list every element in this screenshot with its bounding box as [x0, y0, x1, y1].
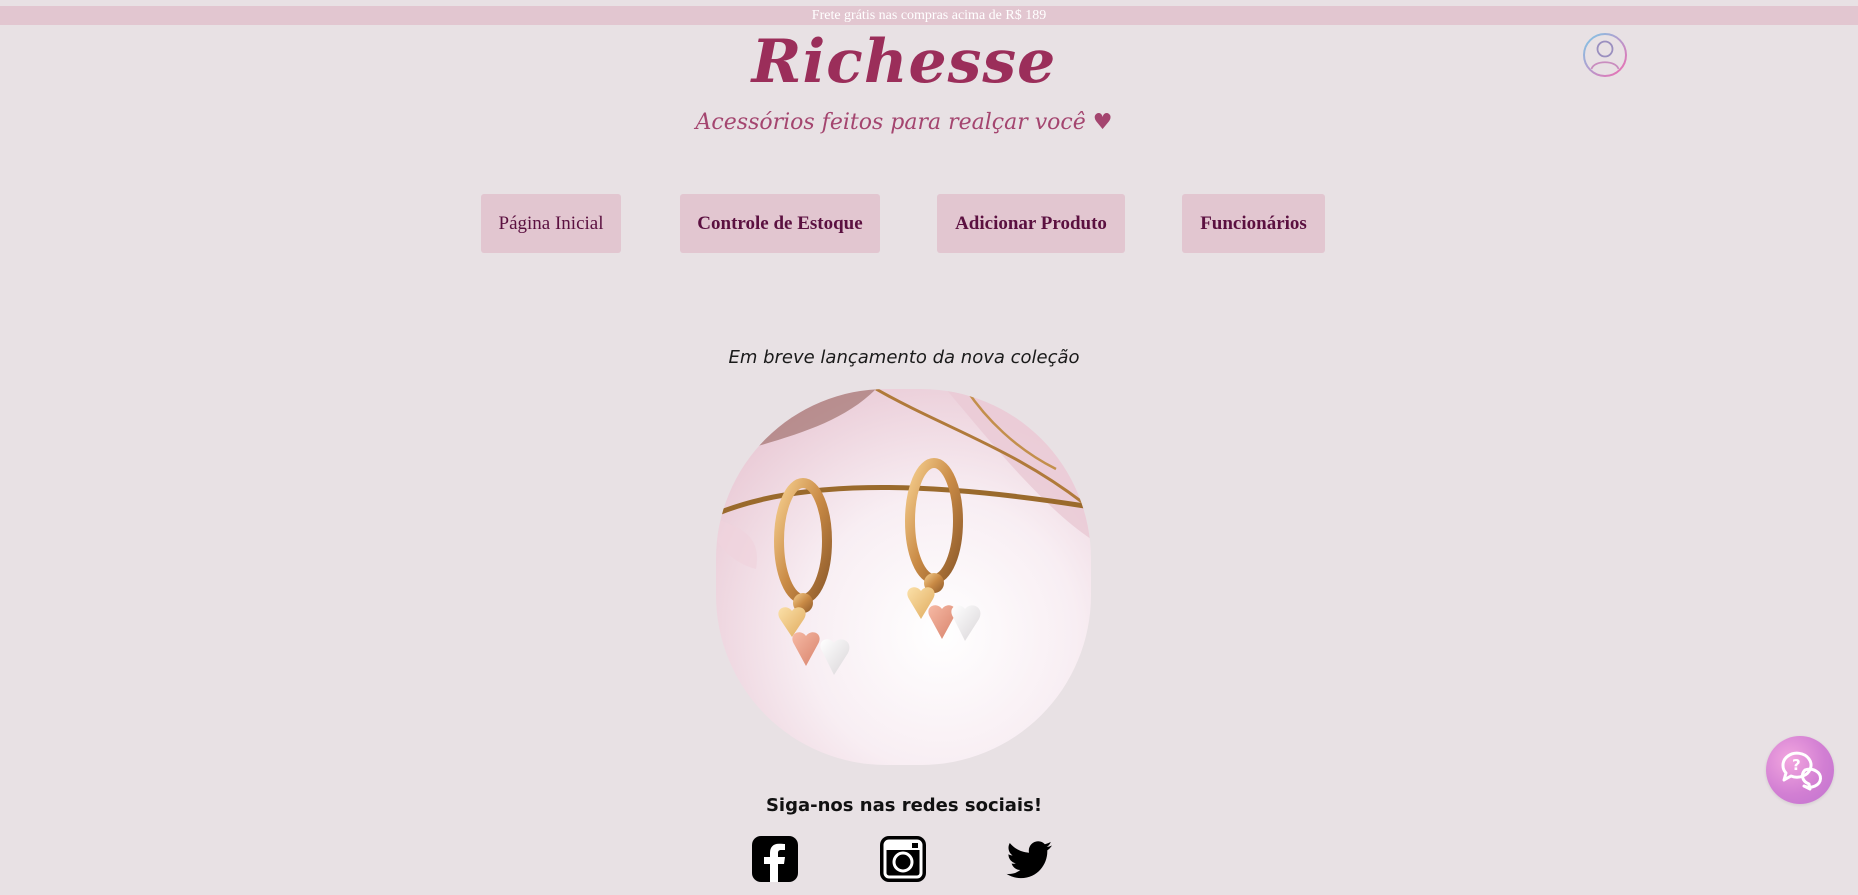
- main-nav: Página Inicial Controle de Estoque Adici…: [0, 194, 1858, 253]
- brand-tagline: Acessórios feitos para realçar você ♥: [695, 110, 1113, 135]
- promo-text: Frete grátis nas compras acima de R$ 189: [811, 8, 1047, 23]
- social-title: Siga-nos nas redes sociais!: [765, 795, 1043, 816]
- nav-adicionar-produto[interactable]: Adicionar Produto: [937, 194, 1125, 253]
- svg-text:?: ?: [1792, 756, 1801, 774]
- page: Frete grátis nas compras acima de R$ 189…: [0, 0, 1858, 895]
- nav-controle-estoque[interactable]: Controle de Estoque: [680, 194, 880, 253]
- facebook-icon[interactable]: [751, 835, 799, 883]
- help-chat-icon: ?: [1781, 751, 1822, 791]
- nav-pagina-inicial[interactable]: Página Inicial: [481, 194, 621, 253]
- help-chat-button[interactable]: ?: [1766, 736, 1834, 804]
- user-account-button[interactable]: [1582, 32, 1628, 78]
- twitter-icon[interactable]: [1006, 835, 1054, 883]
- nav-funcionarios[interactable]: Funcionários: [1182, 194, 1325, 253]
- instagram-icon[interactable]: [879, 835, 927, 883]
- promo-bar: Frete grátis nas compras acima de R$ 189: [0, 6, 1858, 25]
- brand-logo[interactable]: Richesse: [0, 27, 1808, 97]
- hero-image: [716, 389, 1091, 765]
- collection-announcement: Em breve lançamento da nova coleção: [728, 347, 1080, 368]
- user-circle-icon: [1583, 33, 1627, 77]
